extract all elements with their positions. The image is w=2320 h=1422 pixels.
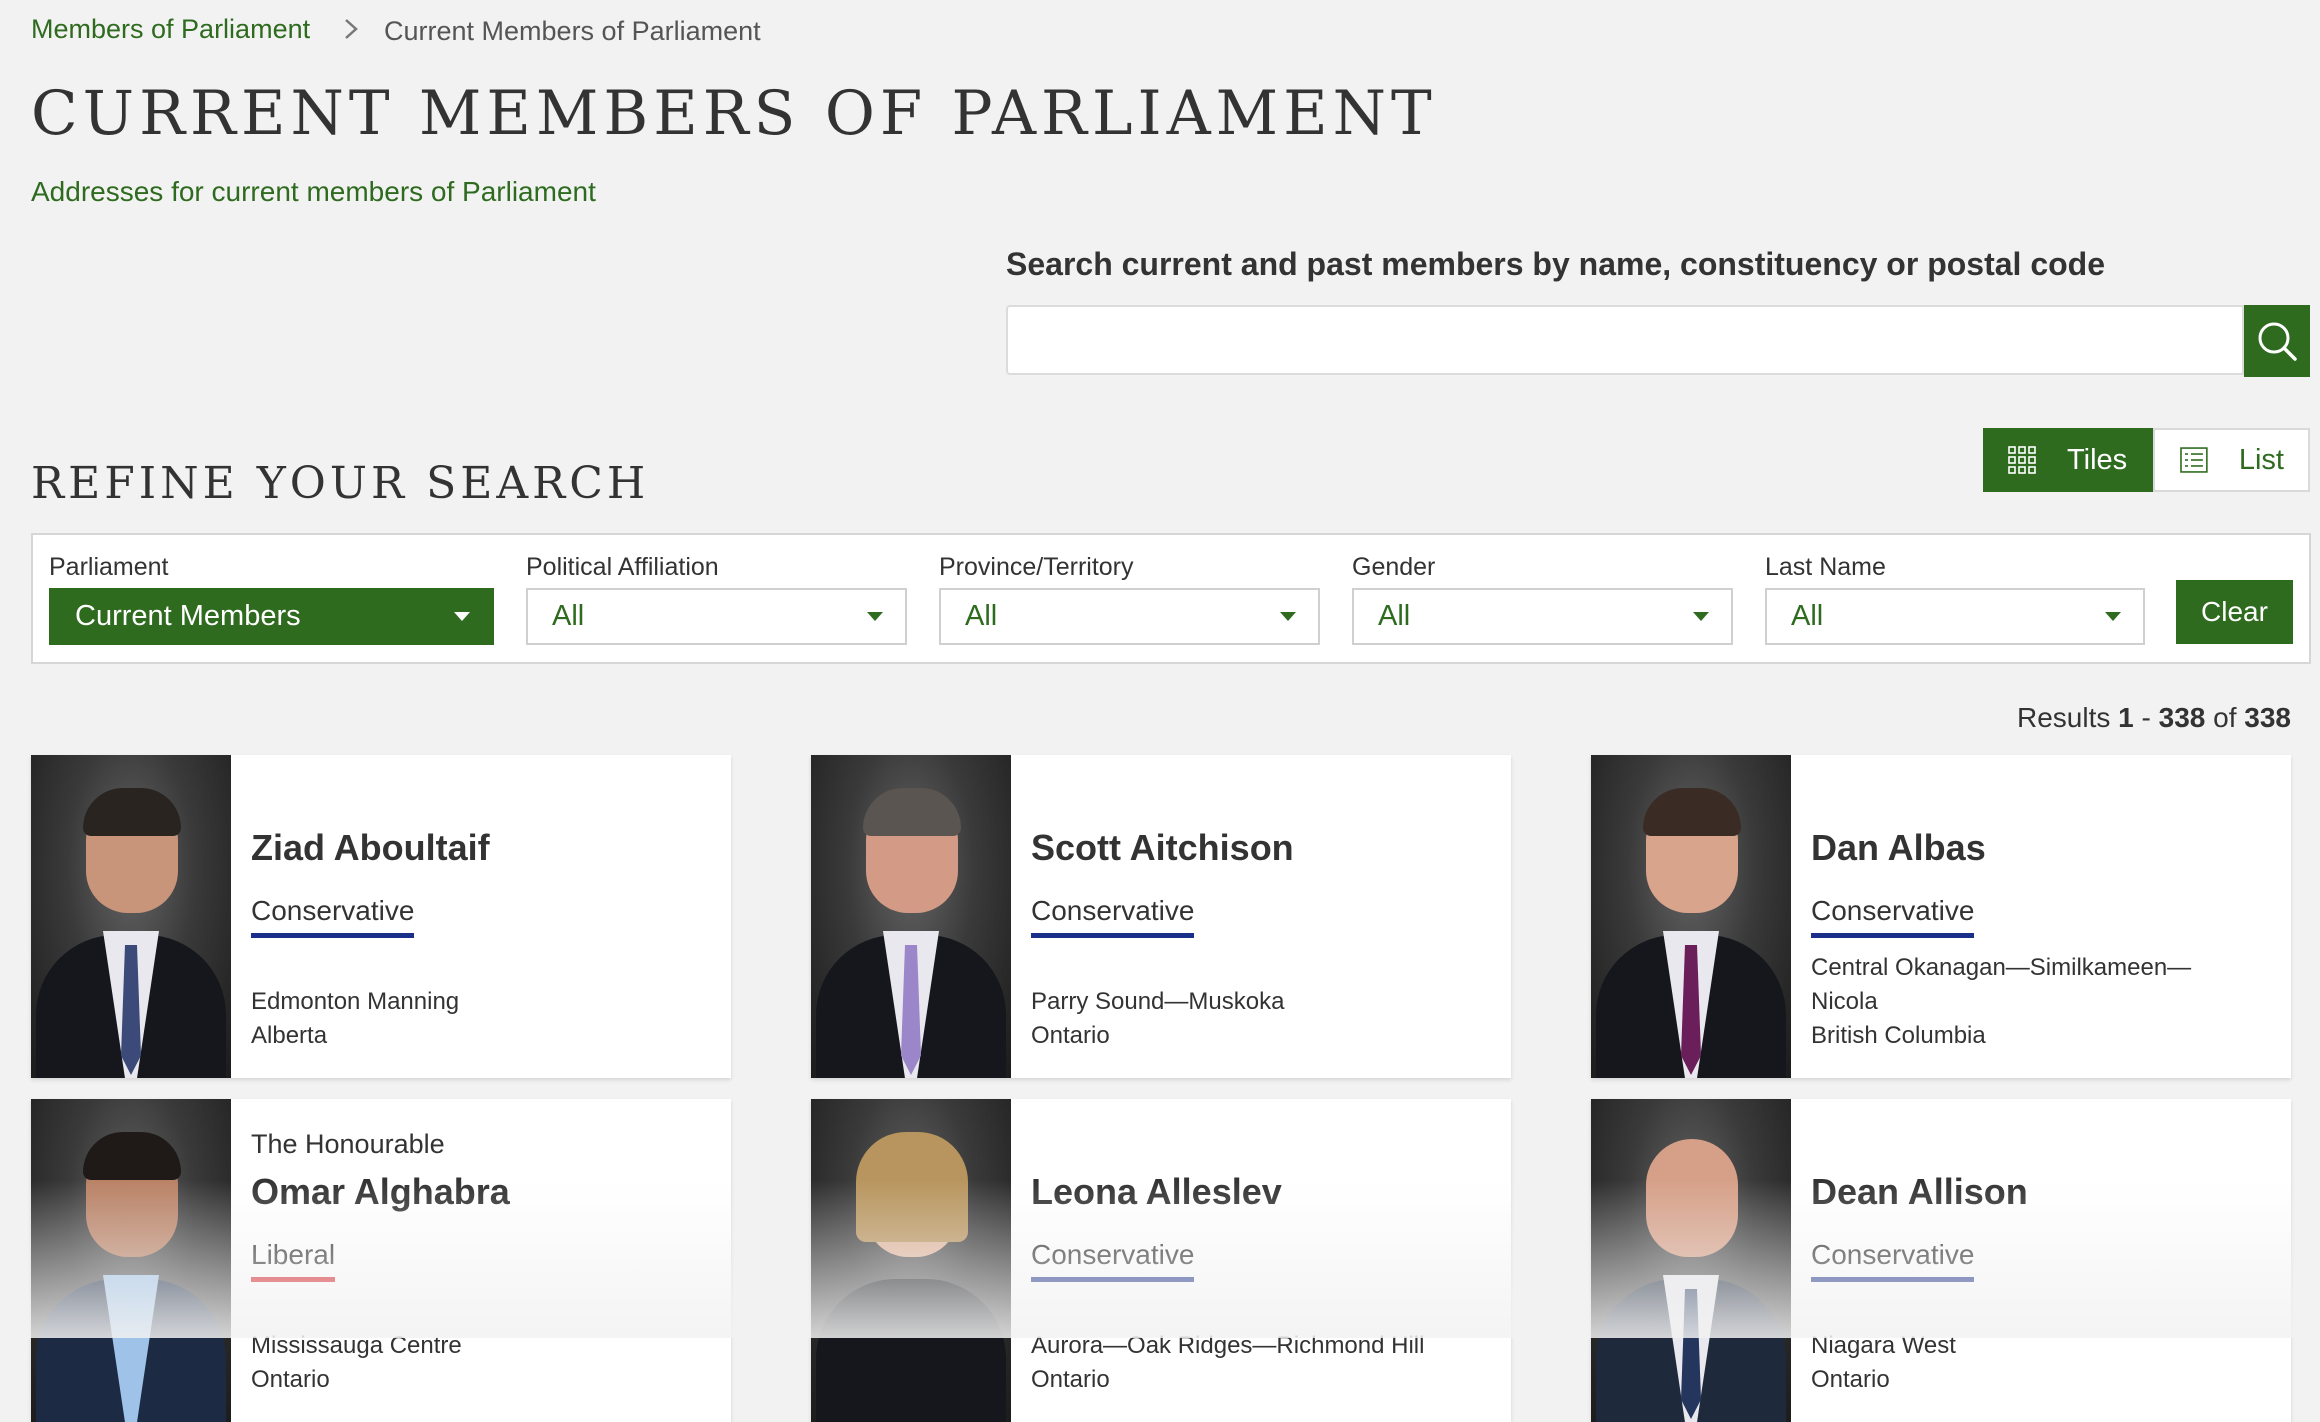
member-province: British Columbia bbox=[1811, 1022, 1986, 1049]
member-party: Conservative bbox=[1031, 1239, 1195, 1282]
member-name[interactable]: Dan Albas bbox=[1811, 827, 1986, 869]
search-button[interactable] bbox=[2244, 305, 2310, 377]
member-photo bbox=[1591, 755, 1791, 1078]
caret-down-icon bbox=[2105, 612, 2121, 621]
affiliation-select[interactable]: All bbox=[526, 588, 907, 645]
last-name-select[interactable]: All bbox=[1765, 588, 2145, 645]
member-honorific: The Honourable bbox=[251, 1129, 445, 1159]
member-card[interactable]: Dean Allison Conservative Niagara West On… bbox=[1591, 1099, 2291, 1422]
caret-down-icon bbox=[1693, 612, 1709, 621]
gender-filter-label: Gender bbox=[1352, 553, 1436, 581]
member-name[interactable]: Omar Alghabra bbox=[251, 1171, 510, 1213]
grid-icon bbox=[2008, 446, 2036, 474]
member-province: Ontario bbox=[251, 1366, 330, 1393]
gender-select[interactable]: All bbox=[1352, 588, 1733, 645]
member-party: Liberal bbox=[251, 1239, 336, 1282]
tiles-label: Tiles bbox=[2067, 443, 2128, 476]
member-riding: Parry Sound—Muskoka Ontario bbox=[1031, 985, 1491, 1053]
view-toggle: Tiles List bbox=[1983, 428, 2310, 492]
search-input[interactable] bbox=[1006, 305, 2244, 375]
member-province: Ontario bbox=[1811, 1366, 1890, 1393]
clear-filters-button[interactable]: Clear bbox=[2176, 580, 2293, 644]
tiles-view-button[interactable]: Tiles bbox=[1983, 428, 2153, 492]
member-name[interactable]: Scott Aitchison bbox=[1031, 827, 1294, 869]
member-riding: Mississauga Centre Ontario bbox=[251, 1329, 711, 1397]
member-card[interactable]: The Honourable Omar Alghabra Liberal Mis… bbox=[31, 1099, 731, 1422]
member-photo bbox=[31, 755, 231, 1078]
caret-down-icon bbox=[867, 612, 883, 621]
chevron-right-icon bbox=[345, 19, 358, 39]
member-photo bbox=[31, 1099, 231, 1422]
affiliation-filter-label: Political Affiliation bbox=[526, 553, 719, 581]
search-label: Search current and past members by name,… bbox=[1006, 246, 2105, 282]
member-card[interactable]: Ziad Aboultaif Conservative Edmonton Man… bbox=[31, 755, 731, 1078]
member-riding: Niagara West Ontario bbox=[1811, 1329, 2271, 1397]
member-card[interactable]: Scott Aitchison Conservative Parry Sound… bbox=[811, 755, 1511, 1078]
member-province: Ontario bbox=[1031, 1366, 1110, 1393]
search-icon bbox=[2258, 322, 2297, 361]
refine-heading: REFINE YOUR SEARCH bbox=[31, 458, 650, 509]
member-party: Conservative bbox=[251, 895, 415, 938]
member-party: Conservative bbox=[1811, 895, 1975, 938]
list-view-button[interactable]: List bbox=[2153, 428, 2310, 492]
parliament-select[interactable]: Current Members bbox=[49, 588, 494, 645]
affiliation-select-value: All bbox=[552, 600, 585, 632]
results-count: Results 1 - 338 of 338 bbox=[2017, 702, 2291, 733]
last-name-select-value: All bbox=[1791, 600, 1824, 632]
list-label: List bbox=[2238, 443, 2284, 476]
member-name[interactable]: Dean Allison bbox=[1811, 1171, 2028, 1213]
member-photo bbox=[811, 1099, 1011, 1422]
member-riding: Edmonton Manning Alberta bbox=[251, 985, 711, 1053]
member-name[interactable]: Ziad Aboultaif bbox=[251, 827, 490, 869]
member-riding: Aurora—Oak Ridges—Richmond Hill Ontario bbox=[1031, 1329, 1491, 1397]
member-province: Alberta bbox=[251, 1022, 328, 1049]
caret-down-icon bbox=[454, 612, 470, 621]
member-name[interactable]: Leona Alleslev bbox=[1031, 1171, 1282, 1213]
member-province: Ontario bbox=[1031, 1022, 1110, 1049]
breadcrumb-current: Current Members of Parliament bbox=[384, 16, 761, 46]
caret-down-icon bbox=[1280, 612, 1296, 621]
gender-select-value: All bbox=[1378, 600, 1411, 632]
province-filter-label: Province/Territory bbox=[939, 553, 1134, 581]
parliament-filter-label: Parliament bbox=[49, 553, 169, 581]
member-photo bbox=[811, 755, 1011, 1078]
page-title: CURRENT MEMBERS OF PARLIAMENT bbox=[31, 78, 1437, 149]
province-select-value: All bbox=[965, 600, 998, 632]
member-party: Conservative bbox=[1811, 1239, 1975, 1282]
member-party: Conservative bbox=[1031, 895, 1195, 938]
member-card[interactable]: Leona Alleslev Conservative Aurora—Oak R… bbox=[811, 1099, 1511, 1422]
addresses-link[interactable]: Addresses for current members of Parliam… bbox=[31, 176, 596, 208]
member-riding: Central Okanagan—Similkameen—Nicola Briti… bbox=[1811, 951, 2231, 1053]
last-name-filter-label: Last Name bbox=[1765, 553, 1886, 581]
member-photo bbox=[1591, 1099, 1791, 1422]
list-icon bbox=[2180, 447, 2208, 473]
member-card[interactable]: Dan Albas Conservative Central Okanagan—… bbox=[1591, 755, 2291, 1078]
province-select[interactable]: All bbox=[939, 588, 1320, 645]
breadcrumb-parent-link[interactable]: Members of Parliament bbox=[31, 14, 310, 45]
parliament-select-value: Current Members bbox=[75, 600, 301, 632]
